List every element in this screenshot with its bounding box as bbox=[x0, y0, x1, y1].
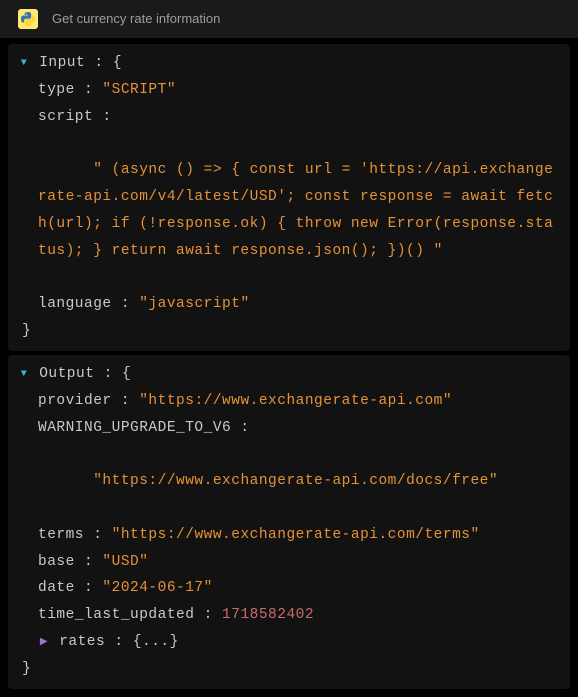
input-script-key-row: script : bbox=[14, 104, 558, 131]
key-script: script bbox=[38, 109, 93, 125]
output-header-row[interactable]: ▼ Output : { bbox=[14, 361, 558, 388]
chevron-right-icon[interactable]: ▶ bbox=[38, 634, 50, 653]
panel-body: ▼ Input : { type : "SCRIPT" script : " (… bbox=[0, 38, 578, 697]
key-base: base bbox=[38, 554, 75, 570]
chevron-down-icon[interactable]: ▼ bbox=[18, 366, 30, 385]
output-warning-key-row: WARNING_UPGRADE_TO_V6 : bbox=[14, 415, 558, 442]
input-section: ▼ Input : { type : "SCRIPT" script : " (… bbox=[8, 44, 570, 351]
colon: : bbox=[85, 55, 113, 71]
key-warning: WARNING_UPGRADE_TO_V6 bbox=[38, 420, 231, 436]
output-label: Output bbox=[39, 366, 94, 382]
close-brace: } bbox=[22, 661, 31, 677]
value-date: "2024-06-17" bbox=[102, 580, 212, 596]
output-section: ▼ Output : { provider : "https://www.exc… bbox=[8, 355, 570, 689]
output-time-row: time_last_updated : 1718582402 bbox=[14, 602, 558, 629]
output-warning-value-row: "https://www.exchangerate-api.com/docs/f… bbox=[14, 441, 558, 521]
output-date-row: date : "2024-06-17" bbox=[14, 575, 558, 602]
input-label: Input bbox=[39, 55, 85, 71]
input-type-row: type : "SCRIPT" bbox=[14, 77, 558, 104]
input-header-row[interactable]: ▼ Input : { bbox=[14, 50, 558, 77]
open-brace: { bbox=[122, 366, 131, 382]
output-provider-row: provider : "https://www.exchangerate-api… bbox=[14, 388, 558, 415]
panel-header: Get currency rate information bbox=[0, 0, 578, 38]
value-warning: "https://www.exchangerate-api.com/docs/f… bbox=[93, 473, 498, 489]
rates-open-brace: { bbox=[133, 634, 142, 650]
input-script-value: " (async () => { const url = 'https://ap… bbox=[14, 130, 558, 291]
key-date: date bbox=[38, 580, 75, 596]
key-language: language bbox=[38, 296, 112, 312]
output-terms-row: terms : "https://www.exchangerate-api.co… bbox=[14, 522, 558, 549]
python-icon bbox=[18, 9, 38, 29]
output-rates-row[interactable]: ▶ rates : {...} bbox=[14, 629, 558, 656]
value-type: "SCRIPT" bbox=[102, 82, 176, 98]
open-brace: { bbox=[113, 55, 122, 71]
input-language-row: language : "javascript" bbox=[14, 291, 558, 318]
value-base: "USD" bbox=[102, 554, 148, 570]
key-terms: terms bbox=[38, 527, 84, 543]
panel-title: Get currency rate information bbox=[52, 7, 220, 31]
close-brace: } bbox=[22, 323, 31, 339]
value-language: "javascript" bbox=[139, 296, 249, 312]
key-type: type bbox=[38, 82, 75, 98]
value-terms: "https://www.exchangerate-api.com/terms" bbox=[112, 527, 480, 543]
key-time: time_last_updated bbox=[38, 607, 194, 623]
key-provider: provider bbox=[38, 393, 112, 409]
value-script: " (async () => { const url = 'https://ap… bbox=[38, 162, 553, 258]
output-base-row: base : "USD" bbox=[14, 549, 558, 576]
value-time: 1718582402 bbox=[222, 607, 314, 623]
chevron-down-icon[interactable]: ▼ bbox=[18, 55, 30, 74]
value-provider: "https://www.exchangerate-api.com" bbox=[139, 393, 452, 409]
ellipsis: ... bbox=[142, 634, 170, 650]
output-close-row: } bbox=[14, 656, 558, 683]
rates-close-brace: } bbox=[170, 634, 179, 650]
input-close-row: } bbox=[14, 318, 558, 345]
key-rates: rates bbox=[59, 634, 105, 650]
